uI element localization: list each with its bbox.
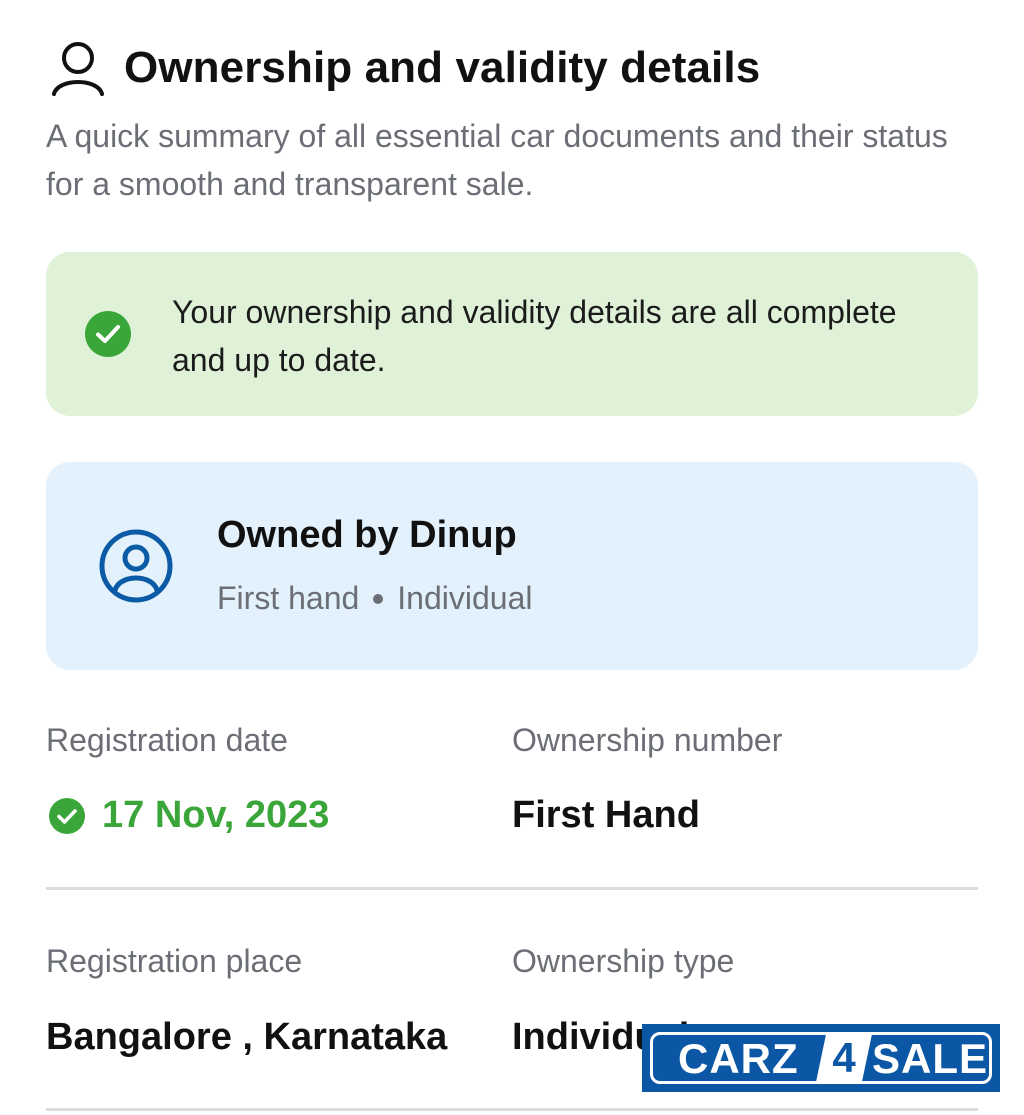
registration-place-label: Registration place <box>46 943 303 979</box>
ownership-type-label: Ownership type <box>512 943 735 979</box>
ownership-details-page: Ownership and validity details A quick s… <box>0 0 1024 1115</box>
owner-type: Individual <box>397 580 533 616</box>
user-outline-icon <box>52 42 104 96</box>
divider <box>46 1108 978 1111</box>
separator-dot <box>373 593 384 604</box>
status-banner: Your ownership and validity details are … <box>46 252 978 416</box>
page-title: Ownership and validity details <box>124 43 761 92</box>
check-circle-icon <box>49 797 85 834</box>
owner-meta: First hand Individual <box>217 580 532 617</box>
page-subtitle: A quick summary of all essential car doc… <box>46 118 948 202</box>
registration-date-text: 17 Nov, 2023 <box>102 794 330 836</box>
section-header: Ownership and validity details <box>46 36 760 100</box>
status-banner-text: Your ownership and validity details are … <box>172 294 897 378</box>
owner-hand: First hand <box>217 580 360 616</box>
owner-name: Owned by Dinup <box>217 514 517 556</box>
logo-text-carz: CARZ <box>678 1035 799 1082</box>
registration-date-label: Registration date <box>46 722 288 758</box>
check-circle-icon <box>85 311 131 357</box>
carz4sale-watermark-logo: CARZ 4 SALE <box>642 1024 1000 1092</box>
divider <box>46 887 978 890</box>
registration-date-value: 17 Nov, 2023 <box>48 794 329 837</box>
owner-card: Owned by Dinup First hand Individual <box>46 462 978 670</box>
ownership-number-label: Ownership number <box>512 722 783 758</box>
logo-text-sale: SALE <box>872 1035 989 1082</box>
user-circle-icon <box>99 529 173 603</box>
ownership-number-value: First Hand <box>512 794 700 836</box>
registration-place-value: Bangalore , Karnataka <box>46 1016 448 1058</box>
